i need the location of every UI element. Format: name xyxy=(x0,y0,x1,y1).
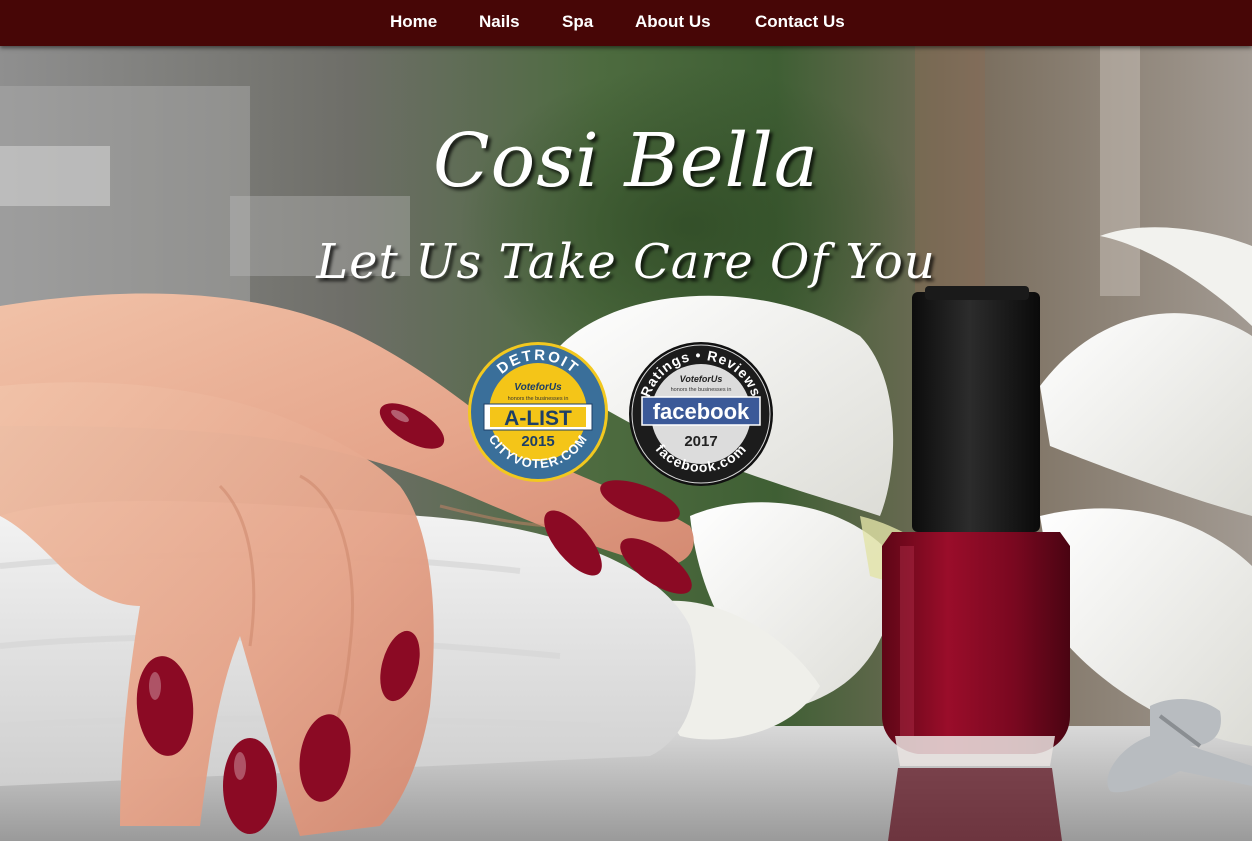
nav-about-link[interactable]: About Us xyxy=(635,12,711,32)
facebook-year: 2017 xyxy=(684,433,717,450)
alist-subtext: honors the businesses in xyxy=(508,396,569,402)
site-tagline: Let Us Take Care Of You xyxy=(316,234,936,290)
nav-nails-link[interactable]: Nails xyxy=(479,12,520,32)
hero-section: Cosi Bella Let Us Take Care Of You DETRO… xyxy=(0,46,1252,841)
nav-home-link[interactable]: Home xyxy=(390,12,437,32)
nav-contact-link[interactable]: Contact Us xyxy=(755,12,845,32)
main-navbar: Home Nails Spa About Us Contact Us xyxy=(0,0,1252,46)
facebook-main-label: facebook xyxy=(653,399,750,424)
alist-brand: VoteforUs xyxy=(514,382,562,393)
alist-year: 2015 xyxy=(521,433,554,450)
nav-spa-link[interactable]: Spa xyxy=(562,12,593,32)
alist-award-badge[interactable]: DETROIT CITYVOTER.COM VoteforUs honors t… xyxy=(468,340,608,484)
facebook-award-badge[interactable]: Ratings • Reviews facebook.com VoteforUs… xyxy=(628,342,774,486)
nav-list: Home Nails Spa About Us Contact Us xyxy=(0,0,1252,46)
site-title: Cosi Bella xyxy=(433,118,819,204)
facebook-badge-graphic: Ratings • Reviews facebook.com VoteforUs… xyxy=(629,342,773,486)
alist-badge-graphic: DETROIT CITYVOTER.COM VoteforUs honors t… xyxy=(468,342,608,482)
facebook-subtext: honors the businesses in xyxy=(671,387,732,393)
alist-main-label: A-LIST xyxy=(504,407,572,430)
facebook-brand: VoteforUs xyxy=(680,374,723,384)
